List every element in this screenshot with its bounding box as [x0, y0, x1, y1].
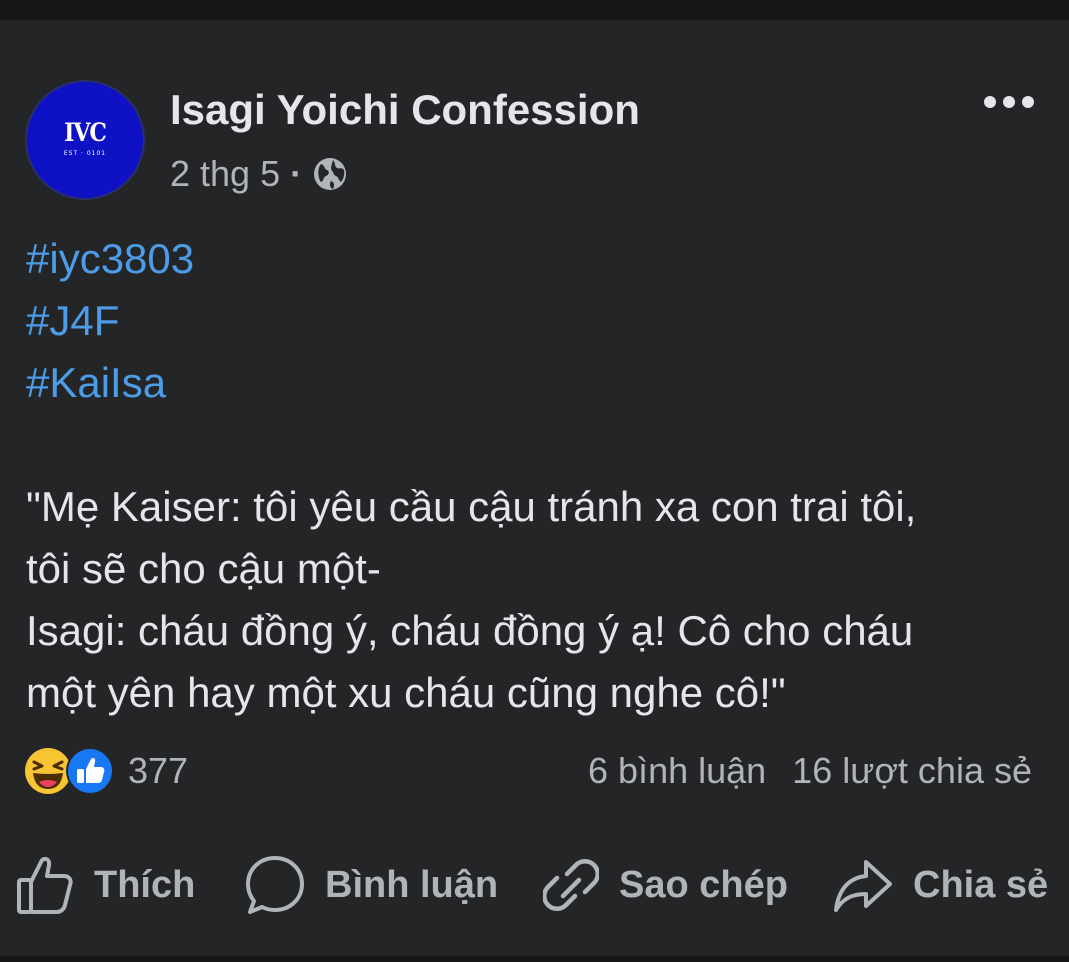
comment-button[interactable]: Bình luận	[245, 852, 498, 918]
page-avatar[interactable]: IVC EST · 0101	[25, 80, 145, 200]
meta-separator: ·	[290, 153, 303, 194]
post-meta: 2 thg 5 ·	[170, 152, 348, 196]
hashtag-link[interactable]: #iyc3803	[26, 228, 1046, 290]
avatar-logo-text: IVC	[64, 118, 107, 148]
post-text-line: Isagi: cháu đồng ý, cháu đồng ý ạ! Cô ch…	[26, 607, 914, 654]
speech-bubble-icon	[246, 856, 304, 914]
globe-icon	[314, 158, 347, 190]
comment-count[interactable]: 6 bình luận	[588, 750, 766, 792]
reactions-summary[interactable]: 377	[24, 745, 188, 797]
copy-label: Sao chép	[619, 863, 788, 906]
page-name[interactable]: Isagi Yoichi Confession	[170, 86, 640, 134]
hashtag-link[interactable]: #KaiIsa	[26, 352, 1046, 414]
post-body: #iyc3803 #J4F #KaiIsa "Mẹ Kaiser: tôi yê…	[26, 228, 1046, 724]
like-button[interactable]: Thích	[16, 852, 195, 918]
copy-link-button[interactable]: Sao chép	[543, 852, 788, 918]
share-arrow-icon	[834, 860, 892, 912]
more-dot	[984, 96, 996, 108]
action-bar: Thích Bình luận Sao chép Chia sẻ	[0, 852, 1069, 918]
post-text-line: "Mẹ Kaiser: tôi yêu cầu cậu tránh xa con…	[26, 483, 917, 530]
thumbs-up-icon	[17, 856, 73, 914]
hashtag-link[interactable]: #J4F	[26, 290, 1046, 352]
avatar-sub-text: EST · 0101	[63, 150, 107, 157]
reaction-count: 377	[128, 750, 189, 791]
more-dot	[1003, 96, 1015, 108]
share-count[interactable]: 16 lượt chia sẻ	[792, 750, 1032, 792]
top-divider	[0, 0, 1069, 20]
share-label: Chia sẻ	[913, 863, 1049, 906]
post-text-line: một yên hay một xu cháu cũng nghe cô!"	[26, 669, 786, 716]
more-dot	[1022, 96, 1034, 108]
like-reaction-icon	[66, 747, 114, 795]
comment-label: Bình luận	[325, 863, 499, 906]
share-button[interactable]: Chia sẻ	[833, 852, 1048, 918]
post-text-line: tôi sẽ cho cậu một-	[26, 545, 381, 592]
haha-emoji-icon	[25, 748, 71, 794]
link-icon	[543, 859, 599, 911]
like-label: Thích	[94, 863, 196, 906]
post-timestamp[interactable]: 2 thg 5	[170, 153, 280, 195]
more-options-icon[interactable]	[984, 92, 1034, 112]
bottom-divider	[0, 956, 1069, 962]
engagement-stats: 6 bình luận 16 lượt chia sẻ	[588, 748, 1032, 794]
